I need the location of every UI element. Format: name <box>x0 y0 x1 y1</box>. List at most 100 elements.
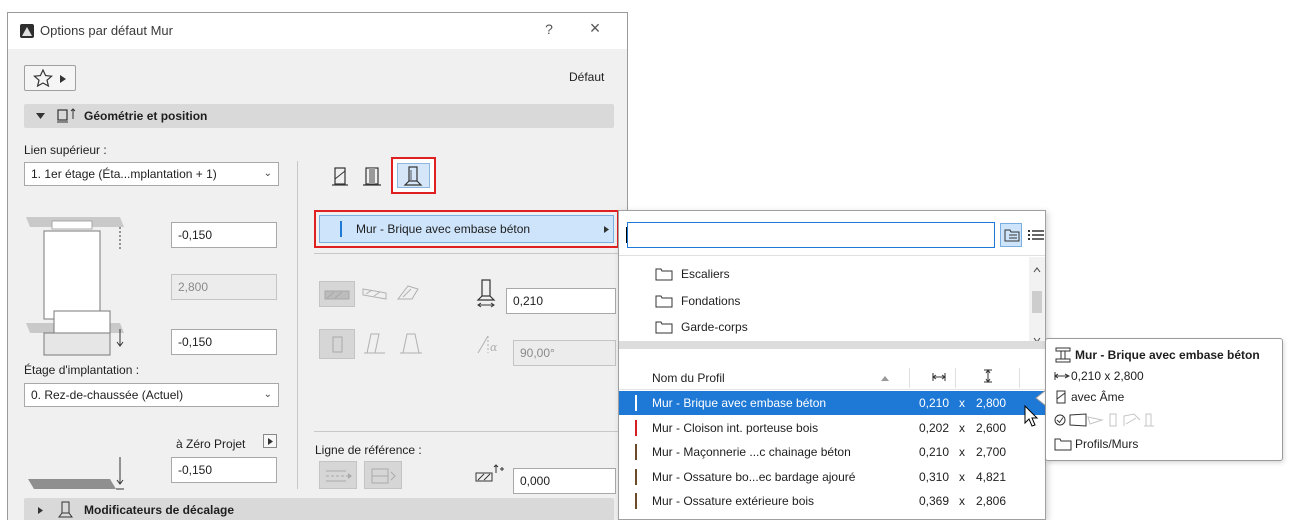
slanted-wall-icon <box>364 333 385 354</box>
top-offset-input[interactable]: -0,150 <box>171 222 277 248</box>
project-zero-menu-button[interactable] <box>263 434 277 448</box>
top-link-value: 1. 1er étage (Éta...mplantation + 1) <box>31 167 217 181</box>
tooltip-title: Mur - Brique avec embase béton <box>1075 348 1260 362</box>
base-offset-input[interactable]: -0,150 <box>171 329 277 355</box>
profile-height-cell: 4,821 <box>976 469 1007 484</box>
profile-selector-button[interactable]: Mur - Brique avec embase béton <box>319 215 614 243</box>
folder-scrollbar[interactable] <box>1029 257 1045 349</box>
straight-wall-icon <box>324 290 350 300</box>
text-cursor <box>626 227 627 243</box>
offset-modifier-icon <box>58 501 73 518</box>
profile-width-cell: 0,310 <box>919 469 950 484</box>
profile-color-swatch <box>635 493 637 509</box>
dimension-separator: x <box>959 469 965 484</box>
chevron-up-icon <box>1033 267 1041 273</box>
triangle-right-icon <box>268 438 273 445</box>
mouse-pointer-icon <box>1024 405 1039 427</box>
profile-color-swatch <box>635 468 637 485</box>
profile-selector-highlight: Mur - Brique avec embase béton <box>314 210 619 248</box>
trapezoid-wall-icon <box>362 288 387 300</box>
profile-name-cell: Mur - Brique avec embase béton <box>652 396 827 410</box>
triangle-right-icon <box>604 226 609 233</box>
reference-core-icon <box>371 468 396 484</box>
profile-name-cell: Mur - Ossature extérieure bois <box>652 494 815 508</box>
slant-angle-input: 90,00° <box>513 340 616 366</box>
panel-splitter[interactable] <box>619 341 1045 349</box>
help-button[interactable]: ? <box>540 21 558 41</box>
element-availability-icons <box>1054 413 1154 427</box>
profile-name-cell: Mur - Cloison int. porteuse bois <box>652 420 819 435</box>
folder-icon <box>655 321 673 334</box>
folder-label: Garde-corps <box>681 320 748 334</box>
profile-table-body: Mur - Brique avec embase béton 0,210 x 2,80… <box>619 391 1045 519</box>
reference-outside-icon <box>326 470 352 482</box>
width-column-icon[interactable] <box>932 372 946 382</box>
wall-profile-icon <box>403 166 423 186</box>
reference-offset-input[interactable]: 0,000 <box>513 468 616 494</box>
reference-divider <box>314 431 619 432</box>
profile-color-swatch <box>340 221 342 237</box>
reference-line-core-button <box>364 461 402 489</box>
geometry-section-header[interactable]: Géométrie et position <box>24 104 614 128</box>
polygonal-wall-icon <box>396 285 419 300</box>
vertical-wall-icon <box>332 336 343 353</box>
table-row[interactable]: Mur - Cloison int. porteuse bois 0,202 x 2,… <box>619 416 1045 440</box>
chevron-down-icon: ⌄ <box>263 389 272 400</box>
dimension-separator: x <box>959 396 965 410</box>
profile-info-tooltip: Mur - Brique avec embase béton 0,210 x 2… <box>1045 338 1283 461</box>
width-dimension-icon <box>1054 372 1070 380</box>
table-row[interactable]: Mur - Maçonnerie ...c chainage béton 0,21… <box>619 440 1045 464</box>
profile-width-cell: 0,210 <box>919 396 950 410</box>
profile-selector-value: Mur - Brique avec embase béton <box>356 222 531 236</box>
reference-line-label: Ligne de référence : <box>315 443 422 457</box>
profile-search-input[interactable] <box>627 222 995 248</box>
table-row[interactable]: Mur - Ossature bo...ec bardage ajouré 0,3… <box>619 465 1045 489</box>
column-header-name[interactable]: Nom du Profil <box>652 371 725 385</box>
preset-label: Défaut <box>569 70 605 84</box>
dialog-title: Options par défaut Mur <box>40 23 173 38</box>
folder-label: Fondations <box>681 294 741 308</box>
scrollbar-thumb[interactable] <box>1032 291 1042 313</box>
table-row[interactable]: Mur - Ossature extérieure bois 0,369 x 2,80… <box>619 489 1045 513</box>
profile-height-cell: 2,800 <box>976 396 1007 410</box>
vertical-wall-button <box>319 329 355 359</box>
profile-height-cell: 2,700 <box>976 445 1007 459</box>
offset-modifiers-section-header[interactable]: Modificateurs de décalage <box>24 498 614 520</box>
search-divider <box>619 255 1045 256</box>
profile-picker-popup: Escaliers Fondations Garde-corps Nom du … <box>618 210 1046 520</box>
column-divider <box>909 368 910 388</box>
basic-structure-button[interactable] <box>326 165 354 189</box>
table-row[interactable]: Mur - Brique avec embase béton 0,210 x 2,80… <box>619 391 1045 415</box>
archicad-app-icon <box>20 24 34 38</box>
project-zero-input[interactable]: -0,150 <box>171 457 277 483</box>
core-icon <box>1056 390 1066 404</box>
profile-color-swatch <box>635 395 637 411</box>
profile-height-cell: 2,600 <box>976 420 1007 435</box>
dimension-separator: x <box>959 420 965 435</box>
profile-height-cell: 2,806 <box>976 494 1007 508</box>
geometry-position-icon <box>57 108 76 123</box>
home-story-select[interactable]: 0. Rez-de-chaussée (Actuel) ⌄ <box>24 383 279 407</box>
project-zero-diagram <box>28 457 124 490</box>
profile-color-swatch <box>635 444 637 460</box>
close-button[interactable]: × <box>584 18 606 42</box>
composite-structure-button[interactable] <box>358 165 386 189</box>
column-divider <box>297 161 298 489</box>
wall-default-settings-dialog: Options par défaut Mur ? × Défaut Géomét… <box>7 12 628 520</box>
folder-list-icon <box>1004 229 1020 242</box>
folder-label: Escaliers <box>681 267 730 281</box>
double-slanted-wall-icon <box>400 333 422 354</box>
svg-text:α: α <box>490 341 498 354</box>
profile-color-swatch <box>635 419 637 436</box>
list-view-icon[interactable] <box>1028 229 1044 241</box>
complex-profile-button[interactable] <box>391 157 436 194</box>
folder-view-button[interactable] <box>1000 223 1022 247</box>
profile-divider <box>314 253 619 254</box>
chevron-down-icon <box>36 113 45 119</box>
favorites-button[interactable] <box>24 65 76 91</box>
reference-line-outside-button <box>319 461 357 489</box>
top-link-select[interactable]: 1. 1er étage (Éta...mplantation + 1) ⌄ <box>24 162 279 186</box>
height-column-icon[interactable] <box>983 369 993 383</box>
thickness-input[interactable]: 0,210 <box>506 288 616 314</box>
profile-name-cell: Mur - Ossature bo...ec bardage ajouré <box>652 469 856 484</box>
